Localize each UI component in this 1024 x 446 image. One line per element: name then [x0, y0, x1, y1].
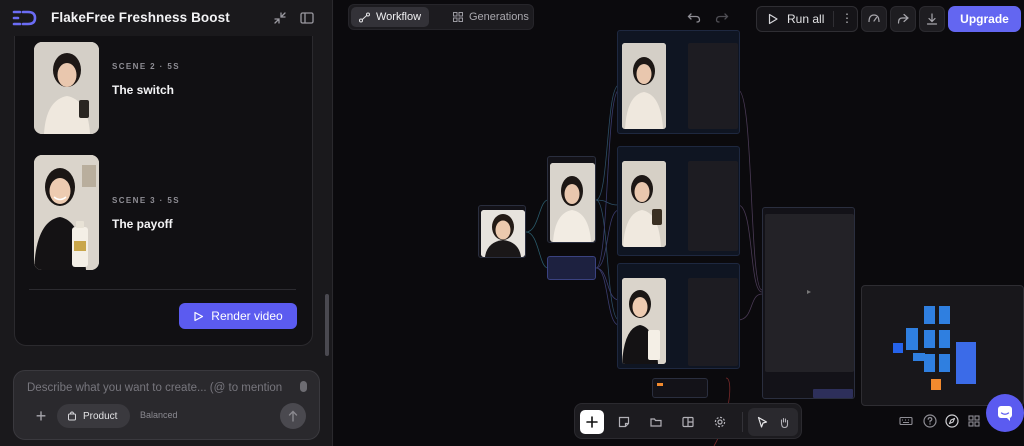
node-preview [622, 278, 666, 364]
bag-icon [68, 411, 76, 421]
canvas-toolbar [574, 403, 802, 439]
divider [29, 289, 296, 290]
sticky-note-button[interactable] [612, 410, 636, 434]
gear-icon [714, 416, 726, 428]
render-video-node[interactable] [762, 207, 855, 399]
product-chip[interactable]: Product [57, 404, 130, 428]
minimap-node [924, 306, 935, 324]
empty-video-slot [688, 278, 738, 366]
chat-support-button[interactable] [986, 394, 1024, 432]
node-preview [622, 43, 666, 129]
mode-chip[interactable]: Balanced [140, 410, 178, 420]
minimap-node [939, 354, 950, 372]
brand-logo-icon[interactable] [12, 9, 38, 27]
pointer-icon [757, 416, 767, 428]
prompt-composer[interactable]: Describe what you want to create... (@ t… [13, 370, 320, 440]
prompt-node[interactable] [547, 256, 596, 280]
play-icon [194, 311, 204, 321]
node-render-button[interactable] [813, 389, 853, 398]
arrow-up-icon [288, 410, 298, 422]
scrollbar[interactable] [325, 294, 329, 356]
add-attachment-button[interactable]: + [33, 407, 49, 425]
empty-video-slot [688, 161, 738, 251]
minimap-node [939, 330, 950, 348]
grid-icon[interactable] [966, 413, 982, 429]
minimap-node [906, 328, 918, 350]
plus-icon [586, 416, 598, 428]
minimap-node [939, 306, 950, 324]
chat-icon [998, 406, 1012, 421]
audio-node[interactable] [652, 378, 708, 398]
render-video-label: Render video [211, 309, 283, 323]
node-preview [481, 210, 525, 257]
pointer-tool-button[interactable] [750, 410, 774, 434]
prompt-input[interactable]: Describe what you want to create... (@ t… [27, 382, 297, 394]
node-preview [622, 161, 666, 247]
collapse-icon[interactable] [272, 10, 288, 26]
play-icon [807, 290, 811, 294]
help-icon[interactable] [922, 413, 938, 429]
cursor-mode-group [748, 408, 798, 436]
scene-title[interactable]: The switch [112, 83, 174, 97]
project-title[interactable]: FlakeFree Freshness Boost [51, 10, 230, 25]
left-panel: FlakeFree Freshness Boost SCENE 2 · 5S T… [0, 0, 333, 446]
add-node-button[interactable] [580, 410, 604, 434]
layout-icon [682, 416, 694, 428]
mic-icon[interactable] [300, 381, 307, 392]
source-image-node[interactable] [478, 205, 526, 258]
minimap-node [931, 379, 941, 390]
scene-meta: SCENE 2 · 5S [112, 62, 180, 71]
minimap-node [893, 343, 903, 353]
keyboard-icon[interactable] [898, 413, 914, 429]
minimap-node [956, 342, 976, 384]
scene-group-node[interactable] [617, 30, 740, 134]
node-preview [550, 163, 595, 242]
divider [742, 412, 743, 432]
hand-icon [780, 417, 788, 428]
minimap[interactable] [861, 285, 1024, 406]
sidebar-toggle-icon[interactable] [299, 10, 315, 26]
folder-button[interactable] [644, 410, 668, 434]
render-video-button[interactable]: Render video [179, 303, 297, 329]
video-preview [765, 214, 854, 372]
image-generation-node[interactable] [547, 156, 596, 243]
empty-video-slot [688, 43, 738, 129]
panel-header: FlakeFree Freshness Boost [0, 0, 333, 36]
scene-thumbnail[interactable] [34, 155, 99, 270]
storyboard-card: SCENE 2 · 5S The switch SCENE 3 · 5S The… [14, 36, 313, 346]
scene-group-node[interactable] [617, 146, 740, 256]
scene-thumbnail[interactable] [34, 42, 99, 134]
scene-title[interactable]: The payoff [112, 217, 173, 231]
product-chip-label: Product [83, 410, 118, 422]
settings-button[interactable] [708, 410, 732, 434]
scene-group-node[interactable] [617, 263, 740, 369]
layout-button[interactable] [676, 410, 700, 434]
workflow-canvas[interactable]: Workflow Generations Run all ⋮ Upgrade [334, 0, 1024, 446]
hand-tool-button[interactable] [772, 410, 796, 434]
minimap-node [924, 330, 935, 348]
scene-meta: SCENE 3 · 5S [112, 196, 180, 205]
audio-node-indicator [657, 383, 663, 386]
sticky-note-icon [618, 416, 630, 428]
minimap-node [924, 354, 935, 372]
compass-icon[interactable] [944, 413, 960, 429]
folder-icon [650, 418, 662, 427]
send-button[interactable] [280, 403, 306, 429]
